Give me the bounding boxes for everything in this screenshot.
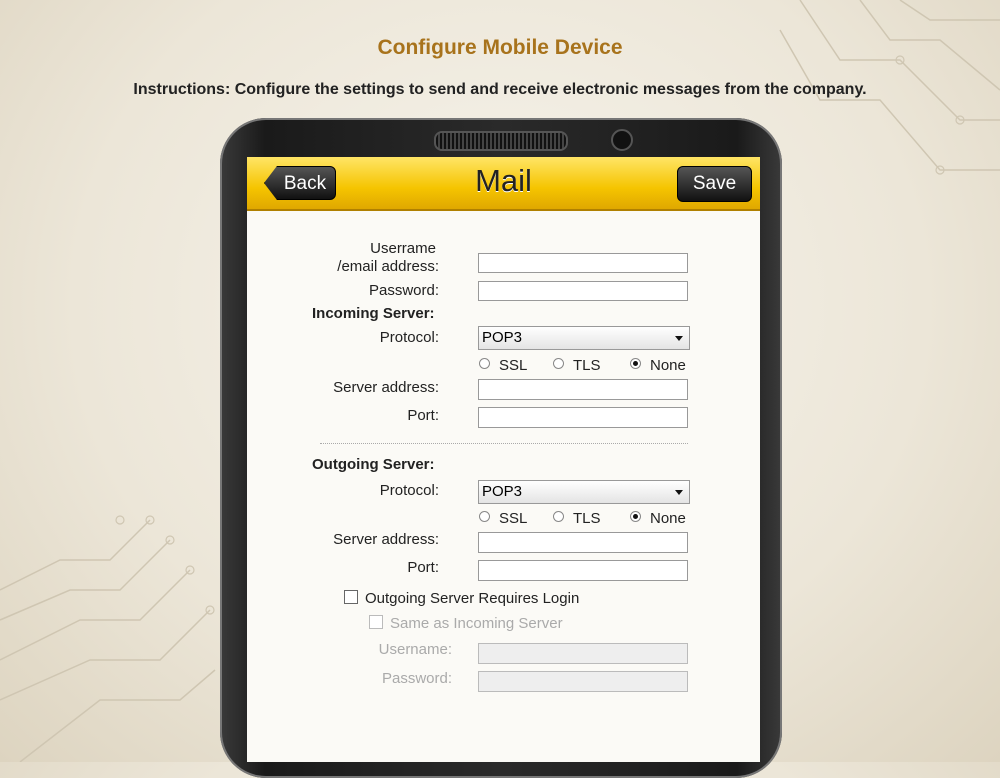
phone-speaker	[434, 131, 568, 151]
incoming-server-heading: Incoming Server:	[312, 305, 435, 322]
username-label-line1: Userrame	[370, 240, 436, 257]
outgoing-port-label: Port:	[407, 559, 439, 576]
checkbox-icon	[369, 615, 383, 629]
requires-login-checkbox[interactable]: Outgoing Server Requires Login	[344, 590, 579, 607]
username-label-line2: /email address:	[337, 258, 439, 275]
outgoing-username-label: Username:	[378, 641, 452, 658]
page-title: Configure Mobile Device	[377, 36, 623, 59]
incoming-ssl-radio[interactable]: SSL	[479, 357, 527, 374]
incoming-none-radio[interactable]: None	[630, 357, 686, 374]
incoming-port-label: Port:	[407, 407, 439, 424]
app-top-bar: Back Mail Save	[247, 157, 760, 211]
radio-icon	[553, 358, 564, 369]
username-input[interactable]	[478, 253, 688, 273]
radio-icon	[479, 511, 490, 522]
incoming-tls-label: TLS	[573, 357, 601, 374]
same-as-incoming-checkbox: Same as Incoming Server	[369, 615, 563, 632]
incoming-protocol-label: Protocol:	[379, 329, 439, 346]
section-divider	[320, 443, 688, 444]
radio-icon	[553, 511, 564, 522]
outgoing-none-radio[interactable]: None	[630, 510, 686, 527]
same-as-incoming-label: Same as Incoming Server	[390, 615, 563, 632]
radio-selected-icon	[630, 511, 641, 522]
outgoing-password-label: Password:	[381, 670, 452, 687]
radio-icon	[479, 358, 490, 369]
password-input[interactable]	[478, 281, 688, 301]
incoming-tls-radio[interactable]: TLS	[553, 357, 601, 374]
incoming-port-input[interactable]	[478, 407, 688, 428]
phone-camera	[611, 129, 633, 151]
phone-screen: Back Mail Save Userrame /email address: …	[247, 157, 760, 762]
outgoing-protocol-label: Protocol:	[379, 482, 439, 499]
outgoing-none-label: None	[650, 510, 686, 527]
checkbox-icon	[344, 590, 358, 604]
outgoing-password-input	[478, 671, 688, 692]
outgoing-protocol-select[interactable]: POP3	[478, 480, 690, 504]
chevron-down-icon	[675, 336, 683, 341]
outgoing-tls-label: TLS	[573, 510, 601, 527]
outgoing-server-heading: Outgoing Server:	[312, 456, 435, 473]
chevron-down-icon	[675, 490, 683, 495]
incoming-protocol-select[interactable]: POP3	[478, 326, 690, 350]
incoming-protocol-value: POP3	[482, 329, 523, 346]
save-button[interactable]: Save	[677, 166, 752, 202]
incoming-server-address-input[interactable]	[478, 379, 688, 400]
outgoing-protocol-value: POP3	[482, 483, 523, 500]
outgoing-server-address-input[interactable]	[478, 532, 688, 553]
instructions-text: Instructions: Configure the settings to …	[133, 81, 867, 98]
incoming-server-address-label: Server address:	[333, 379, 439, 396]
outgoing-ssl-radio[interactable]: SSL	[479, 510, 527, 527]
outgoing-port-input[interactable]	[478, 560, 688, 581]
outgoing-username-input	[478, 643, 688, 664]
outgoing-tls-radio[interactable]: TLS	[553, 510, 601, 527]
requires-login-label: Outgoing Server Requires Login	[365, 590, 580, 607]
password-label: Password:	[368, 282, 439, 299]
outgoing-ssl-label: SSL	[499, 510, 528, 527]
incoming-ssl-label: SSL	[499, 357, 528, 374]
incoming-none-label: None	[650, 357, 686, 374]
radio-selected-icon	[630, 358, 641, 369]
outgoing-server-address-label: Server address:	[333, 531, 439, 548]
